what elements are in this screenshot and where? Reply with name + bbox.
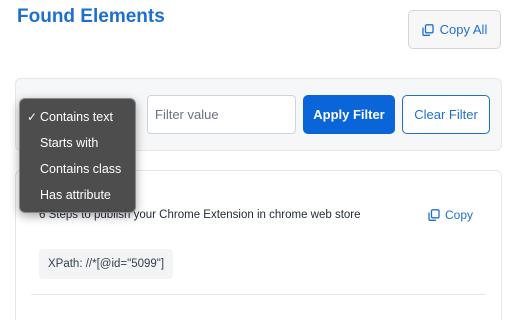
dropdown-option-starts-with[interactable]: Starts with bbox=[20, 130, 135, 156]
dropdown-option-label: Has attribute bbox=[40, 188, 111, 202]
dropdown-option-contains-class[interactable]: Contains class bbox=[20, 156, 135, 182]
checkmark-icon: ✓ bbox=[26, 110, 37, 124]
dropdown-option-label: Contains text bbox=[40, 110, 113, 124]
filter-type-dropdown-menu[interactable]: ✓ Contains text Starts with Contains cla… bbox=[19, 98, 136, 213]
dropdown-option-contains-text[interactable]: ✓ Contains text bbox=[20, 104, 135, 130]
result-copy-button[interactable]: Copy bbox=[428, 208, 473, 222]
dropdown-option-has-attribute[interactable]: Has attribute bbox=[20, 182, 135, 208]
clear-filter-button[interactable]: Clear Filter bbox=[402, 95, 490, 134]
dropdown-option-label: Contains class bbox=[40, 162, 122, 176]
copy-icon bbox=[421, 23, 434, 36]
copy-all-label: Copy All bbox=[439, 22, 488, 37]
copy-all-button[interactable]: Copy All bbox=[408, 10, 501, 49]
page-title: Found Elements bbox=[17, 6, 165, 27]
filter-value-input[interactable] bbox=[147, 95, 296, 134]
xpath-value: XPath: //*[@id="5099"] bbox=[39, 249, 174, 279]
apply-filter-button[interactable]: Apply Filter bbox=[303, 95, 395, 134]
dropdown-option-label: Starts with bbox=[40, 136, 99, 150]
copy-icon bbox=[428, 209, 440, 221]
result-copy-label: Copy bbox=[445, 208, 474, 222]
result-divider bbox=[31, 294, 486, 295]
